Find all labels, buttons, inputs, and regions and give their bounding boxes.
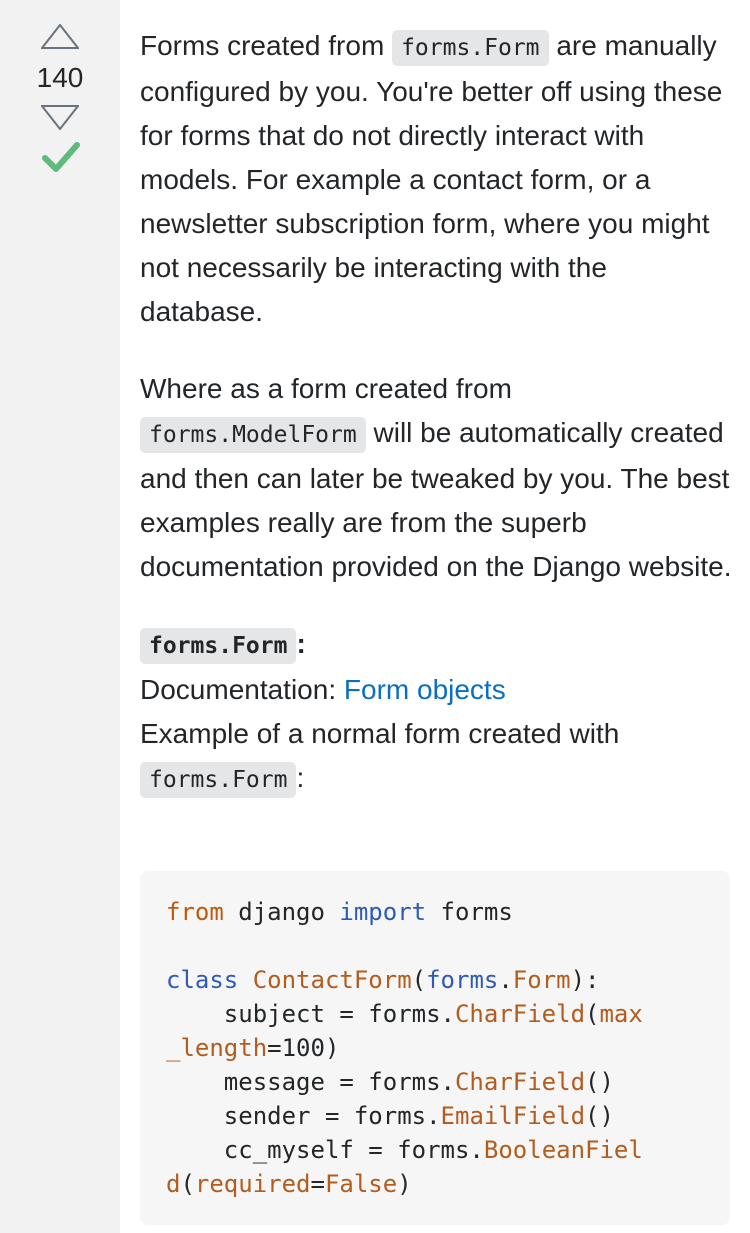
answer-paragraph-2: Where as a form created from forms.Model…	[140, 367, 735, 589]
code-token: (	[585, 1000, 600, 1028]
example-colon: :	[296, 762, 305, 793]
arrow-down-outline-icon[interactable]	[41, 104, 79, 130]
code-token: CharField	[454, 1000, 586, 1028]
code-block[interactable]: from django import forms class ContactFor…	[140, 871, 730, 1225]
code-token: ()	[585, 1068, 614, 1096]
code-token: class	[166, 966, 239, 994]
code-token: Form	[512, 966, 571, 994]
code-token: =100)	[267, 1034, 340, 1062]
section-heading: forms.Form:	[140, 622, 735, 668]
code-token: required	[194, 1170, 311, 1198]
code-token: cc_myself = forms.	[166, 1136, 484, 1164]
paragraph-text: Forms created from	[140, 30, 393, 61]
code-token: False	[324, 1170, 398, 1198]
inline-code: forms.Form	[392, 30, 549, 66]
code-token: BooleanFiel	[483, 1136, 643, 1164]
answer-paragraph-1: Forms created from forms.Form are manual…	[140, 24, 735, 334]
code-token: message = forms.	[166, 1068, 455, 1096]
code-line-5: _length=100)	[166, 1031, 730, 1065]
code-token: forms	[426, 966, 499, 994]
checkmark-icon	[42, 142, 80, 172]
code-line-6: message = forms.CharField()	[166, 1065, 730, 1099]
example-text: Example of a normal form created with	[140, 718, 620, 749]
answer-page: 140 Forms created from forms.Form are ma…	[0, 0, 750, 1233]
code-token: )	[397, 1170, 412, 1198]
answer-body: Forms created from forms.Form are manual…	[140, 24, 735, 802]
vote-column: 140	[0, 0, 120, 1233]
code-token: ):	[570, 966, 600, 994]
code-token: from	[166, 898, 224, 926]
code-line-1: from django import forms	[166, 895, 730, 929]
code-token: (	[411, 966, 427, 994]
code-line-9: d(required=False)	[166, 1167, 730, 1201]
documentation-line: Documentation: Form objects	[140, 668, 735, 712]
code-token: django	[223, 898, 340, 926]
code-token: subject = forms.	[166, 1000, 455, 1028]
heading-code: forms.Form	[140, 628, 297, 664]
inline-code: forms.ModelForm	[140, 417, 366, 453]
code-line-8: cc_myself = forms.BooleanFiel	[166, 1133, 730, 1167]
code-line-4: subject = forms.CharField(max	[166, 997, 730, 1031]
arrow-up-outline-icon[interactable]	[41, 24, 79, 50]
heading-colon: :	[296, 628, 306, 659]
inline-code: forms.Form	[140, 762, 297, 798]
code-token: ContactForm	[238, 966, 412, 994]
example-intro: Example of a normal form created with fo…	[140, 712, 735, 802]
code-line-7: sender = forms.EmailField()	[166, 1099, 730, 1133]
code-token: ()	[585, 1102, 614, 1130]
code-token: =	[310, 1170, 325, 1198]
paragraph-text: Where as a form created from	[140, 373, 512, 404]
code-token: .	[498, 966, 513, 994]
paragraph-text: are manually configured by you. You're b…	[140, 30, 723, 327]
code-token: CharField	[454, 1068, 586, 1096]
documentation-label: Documentation:	[140, 674, 344, 705]
code-token: import	[339, 898, 427, 926]
form-objects-link[interactable]: Form objects	[344, 674, 506, 705]
code-line-3: class ContactForm(forms.Form):	[166, 963, 730, 997]
code-token: EmailField	[440, 1102, 586, 1130]
code-token: max	[599, 1000, 643, 1028]
code-token: (	[180, 1170, 195, 1198]
code-token: sender = forms.	[166, 1102, 441, 1130]
code-token: forms	[426, 898, 513, 926]
vote-count: 140	[36, 62, 84, 93]
code-token: _length	[166, 1034, 268, 1062]
code-token: d	[166, 1170, 181, 1198]
